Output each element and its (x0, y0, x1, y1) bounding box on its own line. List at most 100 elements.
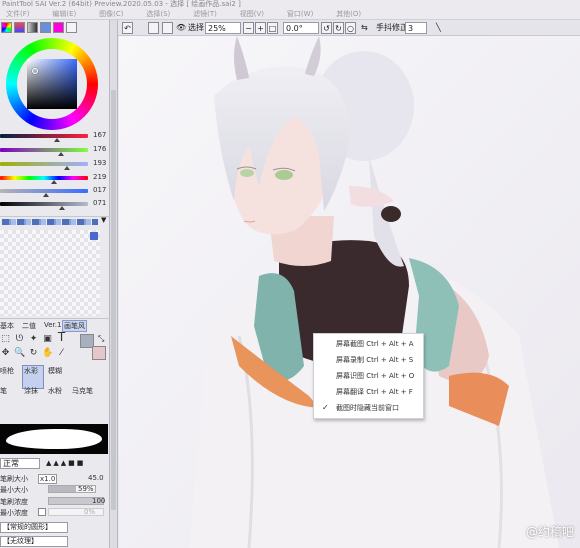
menu-edit[interactable]: 编辑(E) (52, 8, 76, 19)
blue-value[interactable]: 193 (93, 159, 106, 167)
zoom-tool-icon[interactable]: 🔍 (14, 348, 25, 359)
scratchpad-swatch[interactable] (90, 232, 98, 240)
flip-icon[interactable]: ⇆ (361, 22, 368, 34)
canvas-button[interactable] (148, 22, 159, 34)
rgb-mode-icon[interactable] (14, 22, 25, 33)
size-value[interactable]: 45.0 (88, 474, 104, 482)
tab-binary[interactable]: 二值 (22, 321, 36, 331)
green-slider[interactable] (0, 148, 88, 152)
menu-item-label: 屏幕截图 Ctrl + Alt + A (336, 340, 414, 348)
move-icon[interactable]: ✥ (0, 348, 11, 359)
color-mode-buttons (0, 22, 110, 34)
rotate-reset-button[interactable]: ○ (345, 22, 356, 34)
zoom-fit-button[interactable]: □ (267, 22, 278, 34)
blue-slider-handle[interactable] (63, 166, 70, 170)
brush-smudge[interactable]: 涂抹 (22, 386, 44, 408)
rect-select-icon[interactable]: ⬚ (0, 334, 11, 345)
menu-item-screen-translate[interactable]: 屏幕翻译 Ctrl + Alt + F (314, 384, 423, 400)
rotate-tool-icon[interactable]: ↻ (28, 348, 39, 359)
blue-slider[interactable] (0, 162, 88, 166)
min-density-checkbox[interactable] (38, 508, 46, 516)
red-slider[interactable] (0, 134, 88, 138)
menu-item-screen-ocr[interactable]: 屏幕识图 Ctrl + Alt + O (314, 368, 423, 384)
background-color-swatch[interactable] (92, 346, 106, 360)
hue-value[interactable]: 219 (93, 173, 106, 181)
brush-marker[interactable]: 马克笔 (70, 386, 94, 408)
hand-icon[interactable]: ✋ (42, 348, 53, 359)
green-value[interactable]: 176 (93, 145, 106, 153)
eye-icon[interactable]: 👁 (176, 22, 186, 34)
menu-view[interactable]: 视图(V) (240, 8, 264, 19)
scrollbar-thumb[interactable] (111, 90, 116, 510)
tab-ver1[interactable]: Ver.1 (44, 321, 61, 329)
left-panel-scrollbar[interactable] (110, 20, 118, 548)
size-multiplier[interactable]: x1.0 (38, 474, 58, 484)
min-density-value[interactable]: 0% (84, 508, 95, 516)
tab-brush-style[interactable]: 画笔风 (62, 320, 87, 332)
tab-basic[interactable]: 基本 (0, 321, 14, 331)
rotation-dropdown[interactable]: 0.0° (283, 22, 319, 34)
swap-colors-icon[interactable]: ⤡ (98, 334, 104, 344)
brush-shape-dropdown[interactable]: 【常规的圆形】 (0, 522, 68, 533)
undo-button[interactable]: ↶ (122, 22, 133, 34)
menu-window[interactable]: 窗口(W) (287, 8, 313, 19)
rotate-right-button[interactable]: ↻ (333, 22, 344, 34)
zoom-in-button[interactable]: + (255, 22, 266, 34)
pen-pressure-icon[interactable]: ╲ (436, 22, 441, 34)
rotate-left-button[interactable]: ↺ (321, 22, 332, 34)
brush-stroke-preview (0, 424, 108, 454)
brush-label: 涂抹 (24, 387, 38, 395)
menu-item-screen-record[interactable]: 屏幕录制 Ctrl + Alt + S (314, 352, 423, 368)
brush-pen[interactable]: 笔 (0, 386, 20, 408)
mixer-mode-icon[interactable] (53, 22, 64, 33)
red-value[interactable]: 167 (93, 131, 106, 139)
hsv-mode-icon[interactable] (27, 22, 38, 33)
value-slider-handle[interactable] (59, 206, 66, 210)
zoom-out-button[interactable]: − (243, 22, 254, 34)
brush-shape-icons[interactable]: ▲▲▲■■ (46, 459, 85, 467)
menu-other[interactable]: 其他(O) (336, 8, 361, 19)
brush-gouache[interactable]: 水粉 (46, 386, 68, 408)
select-label: 选择 (188, 23, 204, 32)
density-value[interactable]: 100 (92, 497, 105, 505)
text-tool-icon[interactable]: T (56, 331, 67, 343)
lasso-icon[interactable]: ᘎ (14, 334, 25, 345)
menu-bar: 文件(F) 编辑(E) 图像(C) 选择(S) 滤镜(T) 视图(V) 窗口(W… (0, 8, 580, 20)
texture-dropdown[interactable]: 【无纹理】 (0, 536, 68, 547)
select-pen-icon[interactable]: ▣ (42, 334, 53, 345)
hue-slider[interactable] (0, 176, 88, 180)
menu-filter[interactable]: 滤镜(T) (193, 8, 217, 19)
swatch-mode-icon[interactable] (40, 22, 51, 33)
canvas-button-2[interactable] (162, 22, 173, 34)
green-slider-handle[interactable] (57, 152, 64, 156)
illustration (119, 36, 580, 548)
saturation-slider-handle[interactable] (42, 193, 49, 197)
eyedropper-icon[interactable]: ⁄ (56, 348, 67, 359)
scratchpad-mode-icon[interactable] (66, 22, 77, 33)
swatch-menu-arrow-icon[interactable]: ▼ (101, 216, 106, 224)
value-slider[interactable] (0, 202, 88, 206)
color-wheel-mode-icon[interactable] (1, 22, 12, 33)
brush-airbrush[interactable]: 喷枪 (0, 366, 20, 388)
red-slider-handle[interactable] (54, 138, 61, 142)
min-density-slider[interactable] (48, 508, 104, 516)
magic-wand-icon[interactable]: ✦ (28, 334, 39, 345)
zoom-dropdown[interactable]: 25% (205, 22, 241, 34)
menu-file[interactable]: 文件(F) (6, 8, 30, 19)
canvas-area[interactable]: 屏幕截图 Ctrl + Alt + A 屏幕录制 Ctrl + Alt + S … (119, 36, 580, 548)
brush-blur[interactable]: 模糊 (46, 366, 68, 388)
menu-select[interactable]: 选择(S) (146, 8, 170, 19)
color-swatches[interactable] (2, 219, 98, 225)
blend-mode-dropdown[interactable]: 正常 (0, 458, 40, 469)
menu-item-hide-window[interactable]: ✓ 截图时隐藏当前窗口 (314, 400, 423, 416)
value-value[interactable]: 071 (93, 199, 106, 207)
hue-slider-handle[interactable] (50, 180, 57, 184)
scratchpad[interactable] (0, 230, 100, 316)
brush-palette: 喷枪 水彩 模糊 笔 涂抹 水粉 马克笔 (0, 364, 110, 424)
menu-item-screenshot[interactable]: 屏幕截图 Ctrl + Alt + A (314, 336, 423, 352)
menu-image[interactable]: 图像(C) (99, 8, 123, 19)
saturation-value[interactable]: 017 (93, 186, 106, 194)
min-size-value[interactable]: 59% (78, 485, 94, 493)
saturation-value-square[interactable] (27, 59, 77, 109)
stabilizer-dropdown[interactable]: 3 (405, 22, 427, 34)
